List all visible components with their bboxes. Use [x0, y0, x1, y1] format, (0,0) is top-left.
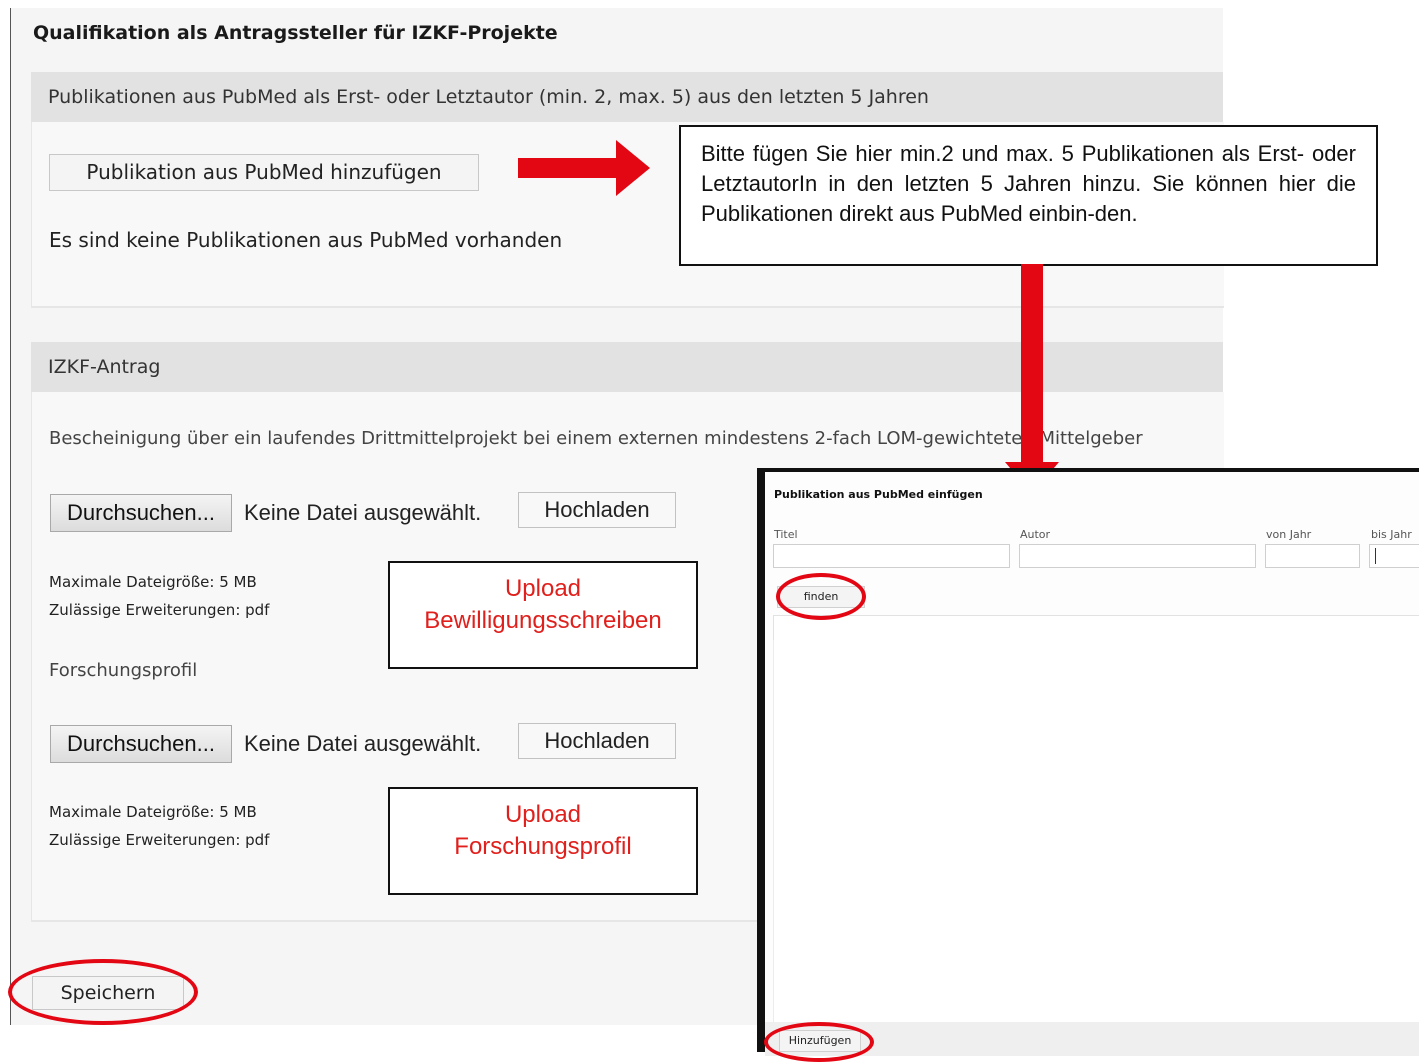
title-input[interactable] — [773, 544, 1010, 568]
pubmed-section-header: Publikationen aus PubMed als Erst- oder … — [31, 72, 1223, 122]
author-field-label: Autor — [1020, 528, 1051, 541]
no-publications-text: Es sind keine Publikationen aus PubMed v… — [49, 228, 563, 252]
page-title: Qualifikation als Antragssteller für IZK… — [33, 22, 558, 44]
upload-button-certificate[interactable]: Hochladen — [518, 492, 676, 528]
to-year-input[interactable] — [1369, 544, 1419, 568]
research-profile-label: Forschungsprofil — [49, 660, 198, 681]
max-size-hint-certificate: Maximale Dateigröße: 5 MB — [49, 573, 257, 591]
no-file-text-certificate: Keine Datei ausgewählt. — [244, 500, 482, 525]
title-field-label: Titel — [774, 528, 798, 541]
upload-button-research-profile[interactable]: Hochladen — [518, 723, 676, 759]
highlight-find-button — [776, 573, 866, 620]
text-cursor — [1375, 548, 1376, 564]
from-year-input[interactable] — [1265, 544, 1360, 568]
highlight-add-button — [764, 1022, 874, 1062]
callout-upload-research-profile-line2: Forschungsprofil — [454, 833, 632, 860]
callout-upload-approval-line2: Bewilligungsschreiben — [424, 607, 662, 634]
to-year-label: bis Jahr — [1371, 528, 1412, 541]
browse-button-certificate[interactable]: Durchsuchen... — [50, 494, 232, 532]
callout-upload-approval: Upload Bewilligungsschreiben — [388, 561, 698, 669]
arrow-right-icon — [518, 140, 650, 196]
dialog-title: Publikation aus PubMed einfügen — [774, 488, 983, 501]
info-note: Bitte fügen Sie hier min.2 und max. 5 Pu… — [679, 125, 1378, 266]
pubmed-dialog: Publikation aus PubMed einfügen Titel Au… — [757, 468, 1419, 1056]
author-input[interactable] — [1019, 544, 1256, 568]
results-list[interactable] — [773, 640, 1419, 1024]
extensions-hint-research-profile: Zulässige Erweiterungen: pdf — [49, 831, 270, 849]
extensions-hint-certificate: Zulässige Erweiterungen: pdf — [49, 601, 270, 619]
callout-upload-research-profile: Upload Forschungsprofil — [388, 787, 698, 895]
results-header-row — [773, 615, 1419, 641]
certificate-label: Bescheinigung über ein laufendes Drittmi… — [49, 428, 1143, 449]
no-file-text-research-profile: Keine Datei ausgewählt. — [244, 731, 482, 756]
callout-upload-approval-line1: Upload — [504, 575, 582, 602]
browse-button-research-profile[interactable]: Durchsuchen... — [50, 725, 232, 763]
from-year-label: von Jahr — [1266, 528, 1312, 541]
highlight-save-button — [8, 959, 198, 1025]
max-size-hint-research-profile: Maximale Dateigröße: 5 MB — [49, 803, 257, 821]
arrow-down-icon — [1005, 264, 1059, 494]
add-pubmed-publication-button[interactable]: Publikation aus PubMed hinzufügen — [49, 154, 479, 191]
callout-upload-research-profile-line1: Upload — [504, 801, 582, 828]
